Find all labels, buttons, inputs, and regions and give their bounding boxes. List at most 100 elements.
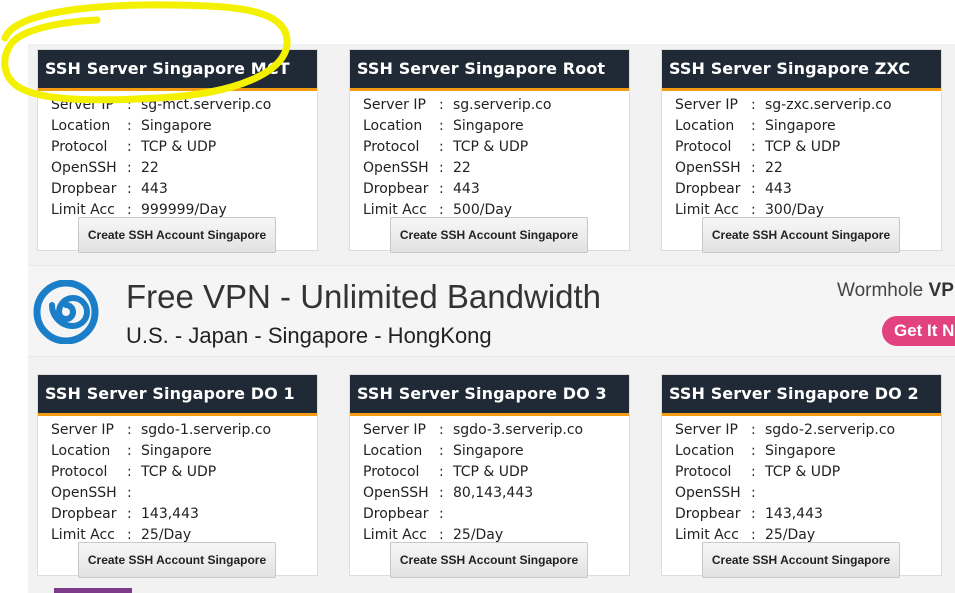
detail-label: Server IP bbox=[363, 97, 426, 113]
detail-label: Location bbox=[363, 118, 423, 134]
detail-label: Dropbear bbox=[675, 181, 741, 197]
detail-label: Server IP bbox=[675, 97, 738, 113]
detail-value: 143,443 bbox=[141, 506, 199, 522]
detail-value: TCP & UDP bbox=[453, 464, 529, 480]
ad-brand-suffix: VP bbox=[928, 280, 954, 301]
server-card-title: SSH Server Singapore DO 2 bbox=[662, 375, 941, 416]
detail-separator: : bbox=[751, 443, 756, 459]
detail-label: Server IP bbox=[51, 97, 114, 113]
detail-separator: : bbox=[439, 506, 444, 522]
detail-separator: : bbox=[127, 464, 132, 480]
detail-row: Dropbear:443 bbox=[51, 179, 317, 200]
detail-separator: : bbox=[751, 97, 756, 113]
server-card: SSH Server Singapore ZXC Server IP: sg-zxc… bbox=[661, 49, 942, 253]
server-card-title: SSH Server Singapore Root bbox=[350, 50, 629, 91]
detail-value: TCP & UDP bbox=[765, 464, 841, 480]
detail-value: 22 bbox=[453, 160, 471, 176]
detail-separator: : bbox=[127, 97, 132, 113]
detail-separator: : bbox=[751, 464, 756, 480]
create-ssh-account-button[interactable]: Create SSH Account Singapore bbox=[78, 542, 276, 578]
ad-title[interactable]: Free VPN - Unlimited Bandwidth bbox=[126, 278, 601, 316]
detail-value: TCP & UDP bbox=[453, 139, 529, 155]
detail-value: sgdo-1.serverip.co bbox=[141, 422, 272, 438]
detail-label: Dropbear bbox=[51, 181, 117, 197]
create-ssh-account-button[interactable]: Create SSH Account Singapore bbox=[702, 542, 900, 578]
detail-label: OpenSSH bbox=[675, 485, 741, 501]
detail-value: TCP & UDP bbox=[141, 464, 217, 480]
create-ssh-account-button[interactable]: Create SSH Account Singapore bbox=[702, 217, 900, 253]
footer-tab bbox=[54, 588, 132, 593]
detail-label: Dropbear bbox=[51, 506, 117, 522]
detail-separator: : bbox=[751, 181, 756, 197]
detail-value: 143,443 bbox=[765, 506, 823, 522]
detail-value: TCP & UDP bbox=[765, 139, 841, 155]
detail-label: Dropbear bbox=[363, 506, 429, 522]
detail-separator: : bbox=[127, 443, 132, 459]
detail-row: Location: Singapore bbox=[51, 116, 317, 137]
detail-value: Singapore bbox=[765, 118, 836, 134]
detail-row: Server IP: sgdo-3.serverip.co bbox=[363, 420, 629, 441]
detail-value: 443 bbox=[141, 181, 168, 197]
detail-label: Location bbox=[363, 443, 423, 459]
detail-separator: : bbox=[127, 160, 132, 176]
server-card: SSH Server Singapore Root Server IP: sg.se… bbox=[349, 49, 630, 253]
detail-row: Dropbear:443 bbox=[675, 179, 941, 200]
create-ssh-account-button[interactable]: Create SSH Account Singapore bbox=[78, 217, 276, 253]
detail-row: Server IP: sgdo-1.serverip.co bbox=[51, 420, 317, 441]
detail-label: Protocol bbox=[51, 139, 108, 155]
detail-separator: : bbox=[751, 139, 756, 155]
detail-row: Location: Singapore bbox=[363, 116, 629, 137]
detail-value: 22 bbox=[765, 160, 783, 176]
spiral-logo-icon bbox=[33, 280, 99, 344]
get-it-button[interactable]: Get It N bbox=[882, 316, 955, 346]
detail-label: Protocol bbox=[51, 464, 108, 480]
detail-row: Location: Singapore bbox=[363, 441, 629, 462]
ad-brand: Wormhole VP bbox=[837, 280, 954, 302]
vpn-advertisement[interactable]: Free VPN - Unlimited Bandwidth U.S. - Ja… bbox=[28, 265, 955, 357]
server-details: Server IP: sgdo-1.serverip.co Location: Sin… bbox=[38, 416, 317, 546]
detail-separator: : bbox=[439, 160, 444, 176]
detail-value: Singapore bbox=[453, 118, 524, 134]
detail-row: OpenSSH:22 bbox=[51, 158, 317, 179]
detail-separator: : bbox=[127, 118, 132, 134]
detail-row: OpenSSH:22 bbox=[363, 158, 629, 179]
detail-label: OpenSSH bbox=[363, 485, 429, 501]
detail-label: OpenSSH bbox=[363, 160, 429, 176]
detail-value: 443 bbox=[453, 181, 480, 197]
detail-separator: : bbox=[439, 422, 444, 438]
detail-value: Singapore bbox=[765, 443, 836, 459]
detail-value: sgdo-3.serverip.co bbox=[453, 422, 584, 438]
detail-value: TCP & UDP bbox=[141, 139, 217, 155]
ad-brand-prefix: Wormhole bbox=[837, 280, 929, 301]
detail-row: Server IP: sg-zxc.serverip.co bbox=[675, 95, 941, 116]
detail-label: Location bbox=[51, 443, 111, 459]
detail-value: sg-mct.serverip.co bbox=[141, 97, 272, 113]
detail-separator: : bbox=[439, 485, 444, 501]
detail-separator: : bbox=[439, 139, 444, 155]
detail-value: Singapore bbox=[141, 118, 212, 134]
detail-separator: : bbox=[127, 506, 132, 522]
detail-separator: : bbox=[127, 139, 132, 155]
detail-value: sgdo-2.serverip.co bbox=[765, 422, 896, 438]
detail-label: Location bbox=[675, 118, 735, 134]
create-ssh-account-button[interactable]: Create SSH Account Singapore bbox=[390, 542, 588, 578]
detail-row: Protocol: TCP & UDP bbox=[363, 462, 629, 483]
detail-value: sg.serverip.co bbox=[453, 97, 552, 113]
detail-label: Protocol bbox=[675, 139, 732, 155]
detail-separator: : bbox=[751, 506, 756, 522]
detail-row: OpenSSH:22 bbox=[675, 158, 941, 179]
ad-subtitle: U.S. - Japan - Singapore - HongKong bbox=[126, 323, 492, 348]
detail-separator: : bbox=[439, 181, 444, 197]
detail-value: Singapore bbox=[453, 443, 524, 459]
server-card-title: SSH Server Singapore DO 3 bbox=[350, 375, 629, 416]
create-ssh-account-button[interactable]: Create SSH Account Singapore bbox=[390, 217, 588, 253]
detail-label: Location bbox=[51, 118, 111, 134]
server-card: SSH Server Singapore MCT Server IP: sg-mct… bbox=[37, 49, 318, 253]
server-details: Server IP: sg.serverip.co Location: Singapo… bbox=[350, 91, 629, 221]
detail-row: Location: Singapore bbox=[51, 441, 317, 462]
detail-row: OpenSSH: bbox=[51, 483, 317, 504]
server-card-title: SSH Server Singapore MCT bbox=[38, 50, 317, 91]
detail-separator: : bbox=[127, 422, 132, 438]
detail-row: Server IP: sgdo-2.serverip.co bbox=[675, 420, 941, 441]
detail-label: Protocol bbox=[363, 139, 420, 155]
